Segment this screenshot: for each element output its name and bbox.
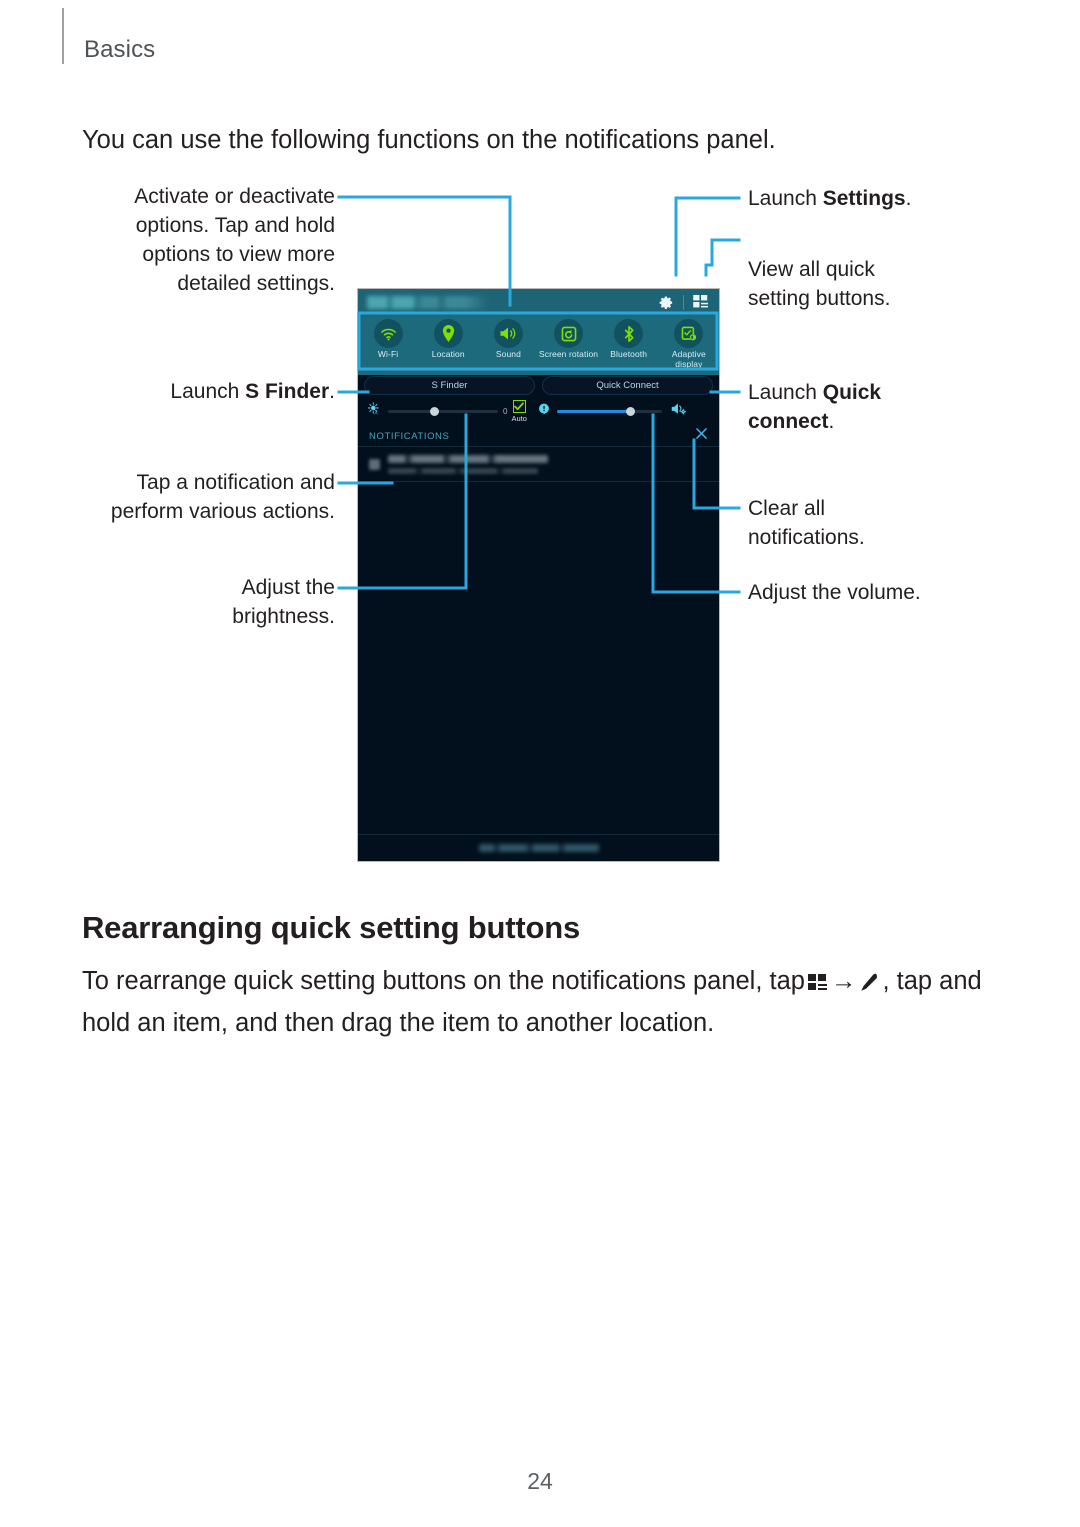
- device-footer-bar: [358, 834, 719, 861]
- quick-setting-bluetooth[interactable]: Bluetooth: [599, 319, 659, 360]
- body-text-part1: To rearrange quick setting buttons on th…: [82, 967, 805, 995]
- section-body-paragraph: To rearrange quick setting buttons on th…: [82, 962, 987, 1043]
- quick-settings-grid-icon: [807, 965, 828, 1004]
- close-x-icon[interactable]: [695, 427, 708, 445]
- notification-volume-icon: [538, 402, 550, 420]
- breadcrumb: Basics: [84, 36, 156, 63]
- screen-rotation-icon: [554, 319, 584, 348]
- wifi-icon: [373, 319, 403, 348]
- annotation-adjust-brightness: Adjust the brightness.: [232, 576, 335, 628]
- slider-row: A 0 Auto: [358, 396, 719, 426]
- annotation-tap-notification: Tap a notification and perform various a…: [110, 471, 335, 523]
- gear-icon[interactable]: [659, 295, 674, 310]
- device-status-bar: [358, 289, 719, 315]
- volume-slider-track[interactable]: [556, 406, 662, 416]
- quick-setting-location[interactable]: Location: [418, 319, 478, 360]
- status-bar-blurred-info: [367, 295, 489, 309]
- brightness-auto-icon: A: [367, 401, 381, 421]
- manual-page: Basics You can use the following functio…: [0, 0, 1080, 1527]
- quick-setting-label: Wi-Fi: [377, 349, 399, 359]
- annotation-launch-quick-connect: Launch Quick connect.: [748, 378, 948, 436]
- notification-list-item[interactable]: [358, 447, 719, 482]
- quick-setting-sound[interactable]: Sound: [478, 319, 538, 360]
- quick-setting-adaptive-display[interactable]: Adaptive display: [659, 319, 719, 369]
- body-arrow: →: [830, 967, 857, 995]
- shortcut-pill-row: S Finder Quick Connect: [358, 375, 719, 396]
- s-finder-button[interactable]: S Finder: [364, 376, 535, 395]
- annotation-launch-s-finder: Launch S Finder.: [120, 377, 335, 406]
- adaptive-display-icon: [674, 319, 704, 348]
- quick-setting-label: Location: [431, 349, 465, 359]
- notification-empty-area: [358, 482, 719, 835]
- status-bar-icon-divider: [683, 294, 684, 310]
- header-divider-rule: [62, 8, 64, 64]
- page-number: 24: [527, 1468, 553, 1494]
- brightness-slider-track[interactable]: [388, 406, 498, 416]
- quick-setting-label: Screen rotation: [538, 349, 599, 359]
- brightness-value: 0: [503, 406, 508, 416]
- volume-slider-unit: [538, 402, 687, 421]
- annotation-activate-options: Activate or deactivate options. Tap and …: [134, 185, 335, 295]
- notification-text-blurred: [388, 454, 708, 474]
- location-pin-icon: [433, 319, 463, 348]
- speaker-icon: [493, 319, 523, 348]
- quick-setting-wifi[interactable]: Wi-Fi: [358, 319, 418, 360]
- quick-connect-button[interactable]: Quick Connect: [542, 376, 713, 395]
- annotation-text: Launch: [748, 381, 823, 404]
- quick-settings-strip: Wi-Fi Location Sound Screen rotation Blu…: [358, 315, 719, 375]
- quick-setting-screen-rotation[interactable]: Screen rotation: [539, 319, 599, 360]
- volume-settings-icon[interactable]: [671, 402, 687, 421]
- checkbox-checked-icon: [512, 399, 526, 413]
- annotation-text-bold: S Finder: [245, 380, 330, 403]
- brightness-auto-label: Auto: [511, 413, 527, 423]
- annotation-text: .: [905, 187, 912, 210]
- svg-text:A: A: [374, 410, 378, 415]
- quick-setting-label: Bluetooth: [610, 349, 648, 359]
- quick-settings-grid-icon[interactable]: [693, 295, 709, 309]
- intro-paragraph: You can use the following functions on t…: [82, 126, 776, 154]
- brightness-slider-knob[interactable]: [429, 406, 439, 416]
- pencil-edit-icon: [859, 965, 879, 1004]
- brightness-slider-unit: A 0 Auto: [367, 399, 534, 423]
- quick-setting-label: Sound: [495, 349, 521, 359]
- quick-setting-label: Adaptive display: [671, 349, 706, 369]
- annotation-text-bold: Settings: [822, 187, 906, 210]
- annotation-text: .: [329, 380, 335, 403]
- brightness-auto-toggle[interactable]: Auto: [511, 399, 527, 423]
- annotation-text: Launch: [748, 187, 823, 210]
- annotation-text: .: [828, 410, 835, 433]
- notification-app-icon: [369, 458, 380, 470]
- annotation-adjust-volume: Adjust the volume.: [748, 581, 921, 604]
- notifications-header: NOTIFICATIONS: [358, 426, 719, 447]
- annotation-clear-all-notifications: Clear all notifications.: [748, 497, 865, 549]
- device-screenshot: Wi-Fi Location Sound Screen rotation Blu…: [357, 288, 720, 862]
- footer-blurred-text: [478, 844, 599, 852]
- notifications-panel-figure: Wi-Fi Location Sound Screen rotation Blu…: [0, 170, 1080, 880]
- annotation-text: Launch: [170, 380, 246, 403]
- bluetooth-icon: [614, 319, 644, 348]
- volume-slider-knob[interactable]: [625, 406, 635, 416]
- notifications-title: NOTIFICATIONS: [369, 430, 450, 442]
- annotation-view-all-quick-settings: View all quick setting buttons.: [748, 258, 891, 310]
- section-heading: Rearranging quick setting buttons: [82, 910, 581, 945]
- annotation-launch-settings: Launch Settings.: [748, 184, 988, 213]
